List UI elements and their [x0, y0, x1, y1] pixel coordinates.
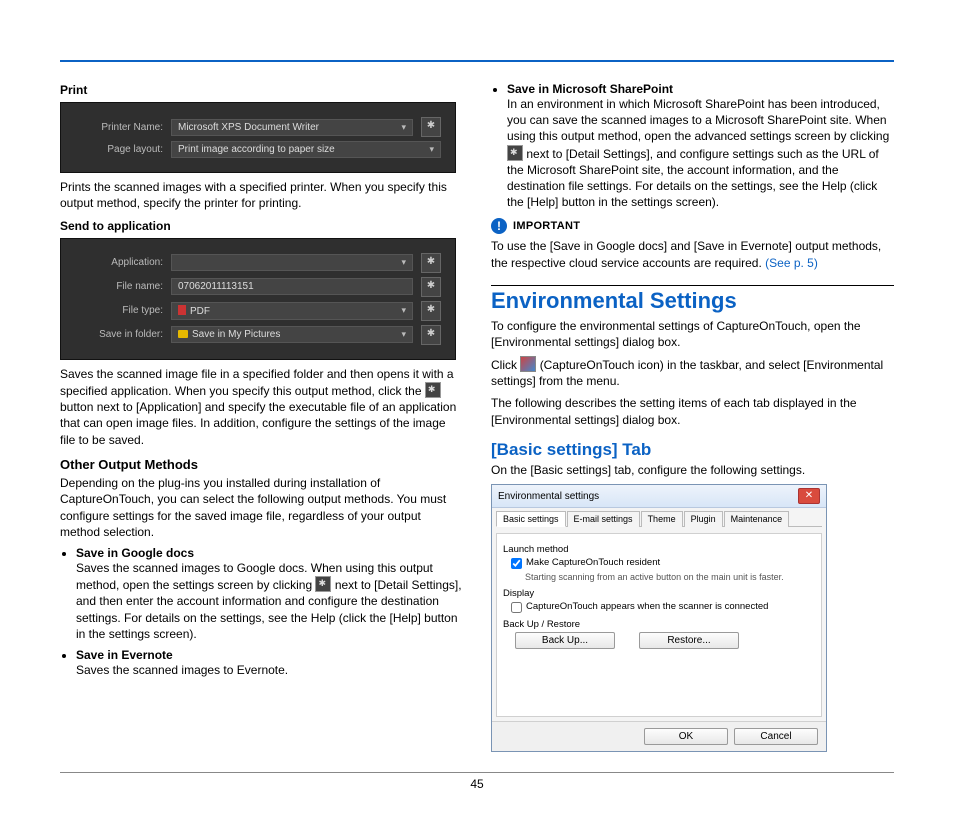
save-sharepoint-body: In an environment in which Microsoft Sha…: [507, 96, 894, 210]
env-p2: Click (CaptureOnTouch icon) in the taskb…: [491, 356, 894, 389]
backup-restore-label: Back Up / Restore: [503, 619, 815, 630]
printer-name-field[interactable]: Microsoft XPS Document Writer ▾: [171, 119, 413, 136]
printer-name-value: Microsoft XPS Document Writer: [178, 122, 319, 133]
filename-gear-button[interactable]: ✱: [421, 277, 441, 297]
gear-icon: [315, 576, 331, 592]
save-evernote-title: Save in Evernote: [76, 648, 173, 662]
resident-checkbox-label: Make CaptureOnTouch resident: [526, 557, 660, 568]
filetype-label: File type:: [75, 305, 163, 316]
send-app-panel: Application: ▾ ✱ File name: 070620111131…: [60, 238, 456, 360]
page-number: 45: [470, 777, 483, 791]
savefolder-gear-button[interactable]: ✱: [421, 325, 441, 345]
resident-hint: Starting scanning from an active button …: [525, 572, 784, 582]
savefolder-label: Save in folder:: [75, 329, 163, 340]
chevron-down-icon: ▾: [401, 305, 406, 316]
list-item: Save in Evernote Saves the scanned image…: [76, 648, 463, 678]
left-column: Print Printer Name: Microsoft XPS Docume…: [60, 82, 463, 752]
right-column: Save in Microsoft SharePoint In an envir…: [491, 82, 894, 752]
printer-name-label: Printer Name:: [75, 122, 163, 133]
save-evernote-body: Saves the scanned images to Evernote.: [76, 662, 463, 678]
chevron-down-icon: ▾: [401, 329, 406, 340]
basic-settings-heading: [Basic settings] Tab: [491, 440, 894, 460]
print-settings-panel: Printer Name: Microsoft XPS Document Wri…: [60, 102, 456, 173]
gear-icon: [425, 382, 441, 398]
page-layout-label: Page layout:: [75, 144, 163, 155]
resident-checkbox[interactable]: [511, 558, 522, 569]
section-rule: [491, 285, 894, 286]
pdf-icon: [178, 305, 186, 315]
top-rule: [60, 60, 894, 62]
important-label: IMPORTANT: [513, 220, 580, 232]
env-settings-heading: Environmental Settings: [491, 288, 894, 314]
chevron-down-icon: ▾: [401, 257, 406, 268]
display-label: Display: [503, 588, 815, 599]
close-button[interactable]: ✕: [798, 488, 820, 504]
application-gear-button[interactable]: ✱: [421, 253, 441, 273]
send-app-heading: Send to application: [60, 218, 463, 234]
env-p1: To configure the environmental settings …: [491, 318, 894, 350]
cancel-button[interactable]: Cancel: [734, 728, 818, 745]
save-google-body: Saves the scanned images to Google docs.…: [76, 560, 463, 642]
other-output-list: Save in Google docs Saves the scanned im…: [60, 546, 463, 678]
sharepoint-list: Save in Microsoft SharePoint In an envir…: [491, 82, 894, 210]
display-checkbox-row[interactable]: CaptureOnTouch appears when the scanner …: [511, 601, 815, 613]
gear-icon: [507, 145, 523, 161]
folder-icon: [178, 330, 188, 338]
captureontouch-tray-icon: [520, 356, 536, 372]
env-p3: The following describes the setting item…: [491, 395, 894, 427]
application-field[interactable]: ▾: [171, 254, 413, 271]
send-app-body: Saves the scanned image file in a specif…: [60, 366, 463, 448]
print-body: Prints the scanned images with a specifi…: [60, 179, 463, 211]
basic-body: On the [Basic settings] tab, configure t…: [491, 462, 894, 478]
save-sharepoint-title: Save in Microsoft SharePoint: [507, 82, 673, 96]
filename-field[interactable]: 07062011113151: [171, 278, 413, 295]
resident-checkbox-row[interactable]: Make CaptureOnTouch resident: [511, 557, 815, 569]
application-label: Application:: [75, 257, 163, 268]
tab-email-settings[interactable]: E-mail settings: [567, 511, 640, 527]
dialog-tabs: Basic settings E-mail settings Theme Plu…: [496, 510, 822, 527]
savefolder-field[interactable]: Save in My Pictures▾: [171, 326, 413, 343]
filetype-field[interactable]: PDF▾: [171, 302, 413, 320]
page-layout-value: Print image according to paper size: [178, 144, 335, 155]
print-heading: Print: [60, 82, 463, 98]
display-checkbox[interactable]: [511, 602, 522, 613]
launch-method-label: Launch method: [503, 544, 815, 555]
display-checkbox-label: CaptureOnTouch appears when the scanner …: [526, 601, 768, 612]
page-footer: 45: [60, 772, 894, 791]
printer-gear-button[interactable]: ✱: [421, 117, 441, 137]
other-output-body: Depending on the plug-ins you installed …: [60, 475, 463, 540]
restore-button[interactable]: Restore...: [639, 632, 739, 649]
dialog-title: Environmental settings: [498, 491, 599, 502]
chevron-down-icon: ▾: [401, 122, 406, 133]
save-google-title: Save in Google docs: [76, 546, 194, 560]
other-output-heading: Other Output Methods: [60, 456, 463, 474]
chevron-down-icon: ▾: [429, 144, 434, 155]
see-p5-link[interactable]: (See p. 5): [765, 256, 818, 270]
list-item: Save in Microsoft SharePoint In an envir…: [507, 82, 894, 210]
filename-label: File name:: [75, 281, 163, 292]
list-item: Save in Google docs Saves the scanned im…: [76, 546, 463, 642]
tab-basic-settings[interactable]: Basic settings: [496, 511, 566, 527]
tab-plugin[interactable]: Plugin: [684, 511, 723, 527]
filetype-gear-button[interactable]: ✱: [421, 301, 441, 321]
ok-button[interactable]: OK: [644, 728, 728, 745]
important-callout: ! IMPORTANT: [491, 218, 894, 234]
tab-theme[interactable]: Theme: [641, 511, 683, 527]
backup-button[interactable]: Back Up...: [515, 632, 615, 649]
important-body: To use the [Save in Google docs] and [Sa…: [491, 238, 894, 270]
important-icon: !: [491, 218, 507, 234]
tab-maintenance[interactable]: Maintenance: [724, 511, 790, 527]
env-settings-dialog: Environmental settings ✕ Basic settings …: [491, 484, 827, 752]
page-layout-field[interactable]: Print image according to paper size ▾: [171, 141, 441, 158]
